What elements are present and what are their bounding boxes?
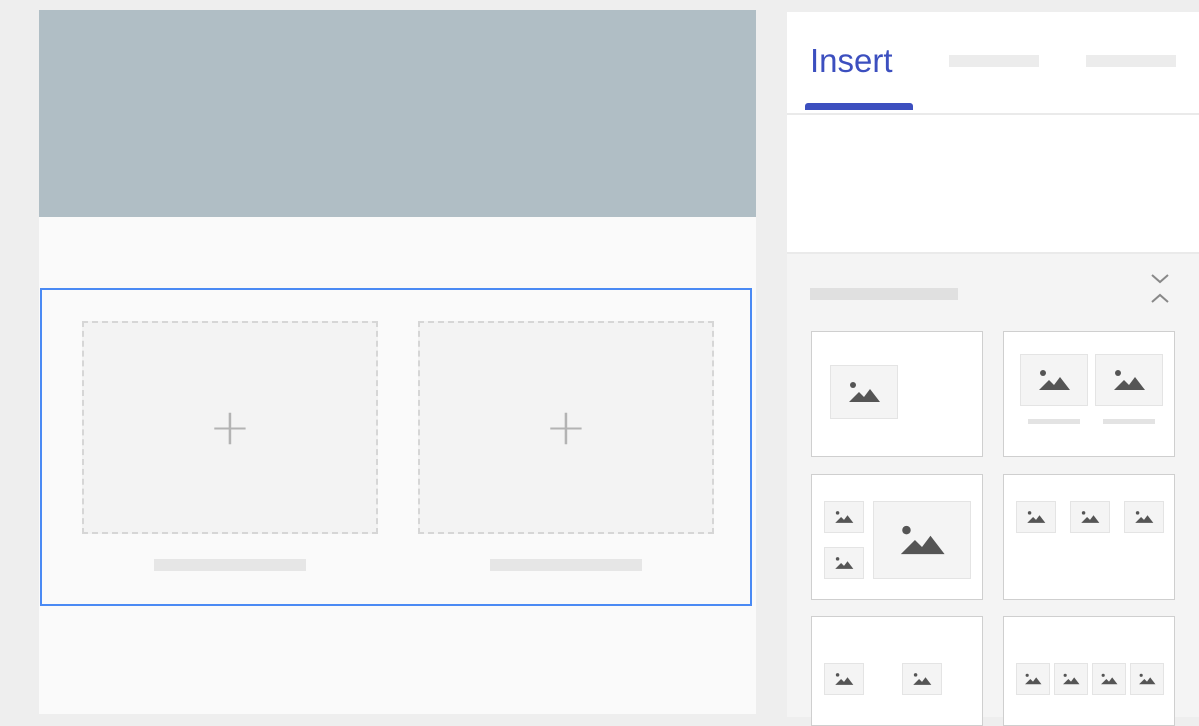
add-content-placeholder-1[interactable]: + <box>82 321 378 534</box>
chevron-up-icon <box>1151 293 1169 303</box>
selected-section[interactable]: + + <box>40 288 752 606</box>
image-frame <box>824 663 864 695</box>
layout-card-two-images-row[interactable] <box>811 616 983 726</box>
image-frame <box>1016 663 1050 695</box>
caption-placeholder-2 <box>490 559 642 571</box>
caption-placeholder-1 <box>154 559 306 571</box>
image-icon <box>835 511 854 523</box>
image-frame <box>1070 501 1110 533</box>
header-banner[interactable] <box>39 10 756 217</box>
image-frame <box>1095 354 1163 406</box>
caption-line <box>1028 419 1080 424</box>
image-icon <box>1135 511 1154 523</box>
image-frame <box>873 501 971 579</box>
image-icon <box>1039 370 1070 390</box>
image-icon <box>900 525 945 555</box>
page-canvas: + + <box>39 10 756 714</box>
image-icon <box>1025 673 1042 685</box>
layouts-section <box>787 254 1199 726</box>
layout-card-two-images-with-captions[interactable] <box>1003 331 1175 457</box>
image-frame <box>824 547 864 579</box>
tab-placeholder-3[interactable] <box>1086 55 1176 67</box>
add-content-placeholder-2[interactable]: + <box>418 321 714 534</box>
image-icon <box>835 673 854 685</box>
image-frame <box>1054 663 1088 695</box>
image-icon <box>1063 673 1080 685</box>
layout-card-two-small-one-large[interactable] <box>811 474 983 600</box>
chevron-down-icon <box>1151 274 1169 284</box>
image-frame <box>1124 501 1164 533</box>
image-frame <box>1016 501 1056 533</box>
plus-icon: + <box>209 397 251 456</box>
tab-divider <box>787 113 1199 115</box>
image-frame <box>1020 354 1088 406</box>
image-icon <box>1114 370 1145 390</box>
image-frame <box>902 663 942 695</box>
image-icon <box>1027 511 1046 523</box>
image-icon <box>849 382 880 402</box>
tab-insert[interactable]: Insert <box>810 42 893 80</box>
layouts-heading-placeholder <box>810 288 958 300</box>
image-icon <box>1101 673 1118 685</box>
image-frame <box>824 501 864 533</box>
plus-icon: + <box>545 397 587 456</box>
image-frame <box>830 365 898 419</box>
image-frame <box>1092 663 1126 695</box>
layout-card-three-images-row[interactable] <box>1003 474 1175 600</box>
tab-indicator <box>805 103 913 110</box>
image-icon <box>1139 673 1156 685</box>
caption-line <box>1103 419 1155 424</box>
tab-placeholder-2[interactable] <box>949 55 1039 67</box>
layout-card-four-images-row[interactable] <box>1003 616 1175 726</box>
layout-card-one-image[interactable] <box>811 331 983 457</box>
image-icon <box>1081 511 1100 523</box>
image-icon <box>835 557 854 569</box>
image-frame <box>1130 663 1164 695</box>
insert-panel: Insert <box>787 12 1199 726</box>
image-icon <box>913 673 932 685</box>
expand-collapse-toggle[interactable] <box>1148 270 1172 310</box>
